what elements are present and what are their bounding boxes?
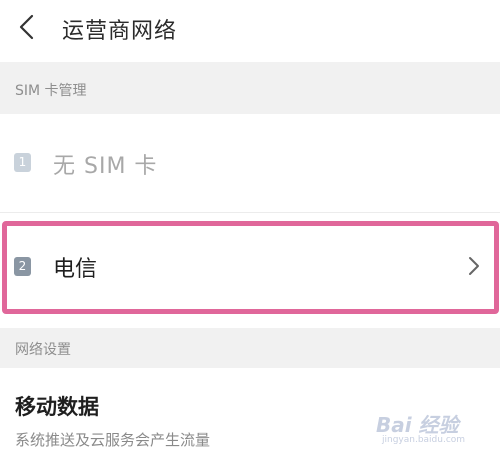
sim-1-icon: 1 xyxy=(14,153,31,172)
chevron-left-icon xyxy=(19,14,34,40)
sim-slot-1: 1 无 SIM 卡 xyxy=(0,114,500,212)
section-label: SIM 卡管理 xyxy=(15,83,87,99)
top-bar: 运营商网络 xyxy=(0,0,500,60)
sim-slot-2[interactable]: 2 电信 xyxy=(0,218,500,314)
section-label: 网络设置 xyxy=(15,342,71,358)
divider xyxy=(0,212,500,213)
back-button[interactable] xyxy=(10,10,44,44)
section-header-network: 网络设置 xyxy=(0,328,500,368)
mobile-data-description: 系统推送及云服务会产生流量 xyxy=(15,431,211,449)
section-header-sim: SIM 卡管理 xyxy=(0,62,500,114)
chevron-right-icon xyxy=(469,257,479,275)
sim-slot-label: 电信 xyxy=(53,257,98,282)
mobile-data-item[interactable]: 移动数据 系统推送及云服务会产生流量 xyxy=(0,368,500,455)
sim-2-icon: 2 xyxy=(14,257,31,276)
page-title: 运营商网络 xyxy=(62,19,178,44)
mobile-data-label: 移动数据 xyxy=(15,395,99,419)
sim-slot-label: 无 SIM 卡 xyxy=(53,154,158,179)
